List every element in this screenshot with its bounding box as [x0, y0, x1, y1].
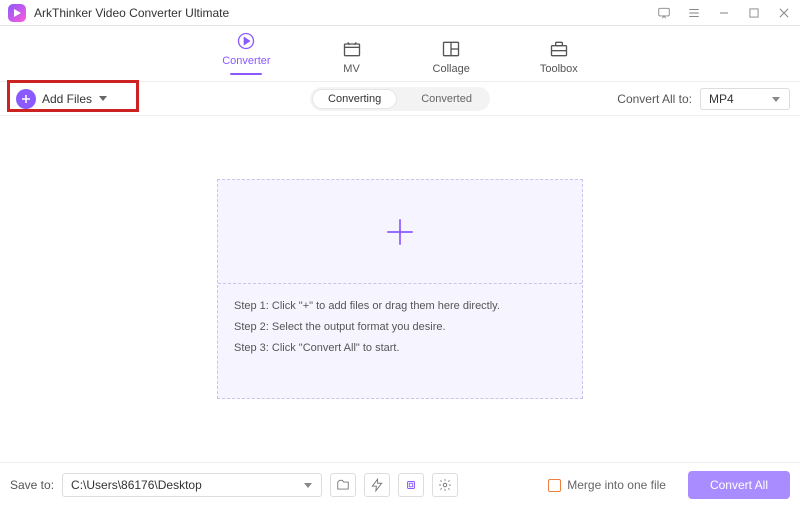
dropzone: Step 1: Click "+" to add files or drag t…: [217, 179, 583, 399]
tab-label: Collage: [433, 63, 470, 75]
hardware-accel-button[interactable]: [364, 473, 390, 497]
plus-icon: [383, 215, 417, 249]
add-files-label: Add Files: [42, 92, 92, 106]
convert-all-button[interactable]: Convert All: [688, 471, 790, 499]
convert-all-to: Convert All to: MP4: [617, 88, 790, 110]
dropzone-steps: Step 1: Click "+" to add files or drag t…: [218, 284, 582, 398]
add-files-button[interactable]: Add Files: [10, 85, 114, 113]
chevron-down-icon: [771, 94, 781, 104]
checkbox-icon: [548, 479, 561, 492]
main-nav: Converter MV Collage Toolbox: [0, 26, 800, 82]
tab-label: Converter: [222, 55, 270, 67]
subtab-converting[interactable]: Converting: [312, 89, 397, 109]
chevron-down-icon: [303, 480, 313, 490]
sub-bar: Add Files Converting Converted Convert A…: [0, 82, 800, 116]
tab-toolbox[interactable]: Toolbox: [540, 39, 578, 81]
chevron-down-icon: [98, 92, 108, 106]
bottom-bar: Save to: C:\Users\86176\Desktop Merge in…: [0, 462, 800, 507]
save-to-label: Save to:: [10, 478, 54, 492]
merge-label: Merge into one file: [567, 478, 666, 492]
dropzone-add-button[interactable]: [218, 180, 582, 284]
menu-icon[interactable]: [686, 5, 702, 21]
folder-icon: [336, 478, 350, 492]
tab-mv[interactable]: MV: [341, 39, 363, 81]
close-button[interactable]: [776, 5, 792, 21]
save-path-select[interactable]: C:\Users\86176\Desktop: [62, 473, 322, 497]
lightning-icon: [370, 478, 384, 492]
open-folder-button[interactable]: [330, 473, 356, 497]
gpu-toggle-button[interactable]: [398, 473, 424, 497]
step-2: Step 2: Select the output format you des…: [234, 317, 566, 338]
subtab-converted[interactable]: Converted: [405, 89, 488, 109]
merge-checkbox[interactable]: Merge into one file: [548, 478, 666, 492]
maximize-button[interactable]: [746, 5, 762, 21]
titlebar: ArkThinker Video Converter Ultimate: [0, 0, 800, 26]
tab-label: Toolbox: [540, 63, 578, 75]
settings-button[interactable]: [432, 473, 458, 497]
feedback-icon[interactable]: [656, 5, 672, 21]
chip-icon: [404, 478, 418, 492]
plus-icon: [16, 89, 36, 109]
tab-converter[interactable]: Converter: [222, 31, 270, 81]
app-title: ArkThinker Video Converter Ultimate: [34, 6, 229, 20]
output-format-value: MP4: [709, 92, 734, 106]
app-logo: [8, 4, 26, 22]
step-3: Step 3: Click "Convert All" to start.: [234, 338, 566, 359]
sub-tabs: Converting Converted: [310, 87, 490, 111]
save-path-value: C:\Users\86176\Desktop: [71, 478, 202, 492]
output-format-select[interactable]: MP4: [700, 88, 790, 110]
tab-collage[interactable]: Collage: [433, 39, 470, 81]
step-1: Step 1: Click "+" to add files or drag t…: [234, 296, 566, 317]
tab-label: MV: [343, 63, 360, 75]
minimize-button[interactable]: [716, 5, 732, 21]
gear-icon: [438, 478, 452, 492]
convert-all-to-label: Convert All to:: [617, 92, 692, 106]
main-area: Step 1: Click "+" to add files or drag t…: [0, 116, 800, 462]
